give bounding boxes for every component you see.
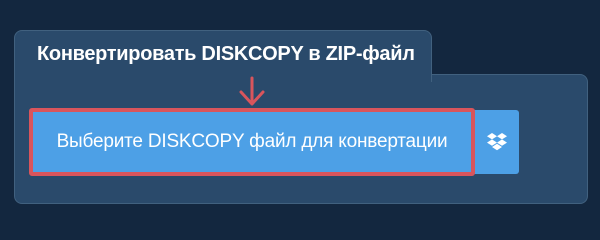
tab-join [15,72,431,78]
dropbox-button[interactable] [473,110,519,174]
panel-title: Конвертировать DISKCOPY в ZIP-файл [37,43,415,65]
dropbox-icon [486,133,507,151]
arrow-down-icon [239,76,265,106]
converter-screen: Конвертировать DISKCOPY в ZIP-файл Выбер… [0,0,600,230]
select-file-button[interactable]: Выберите DISKCOPY файл для конвертации [31,110,473,174]
upload-controls: Выберите DISKCOPY файл для конвертации [31,110,519,174]
